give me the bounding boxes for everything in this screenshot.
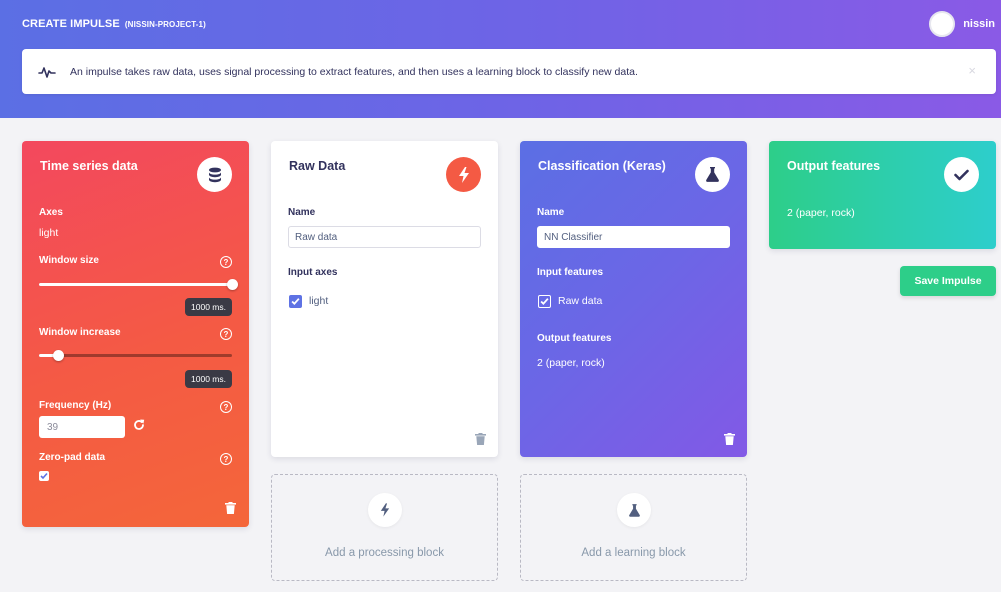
pulse-icon <box>38 66 56 78</box>
zero-pad-label: Zero-pad data <box>39 452 106 463</box>
window-increase-badge: 1000 ms. <box>185 370 232 388</box>
frequency-label: Frequency (Hz) <box>39 400 112 411</box>
output-title: Output features <box>787 159 881 173</box>
trash-icon[interactable] <box>724 433 735 445</box>
classification-name-label: Name <box>537 207 565 218</box>
window-size-fill <box>39 283 232 286</box>
help-icon[interactable]: ? <box>220 453 232 465</box>
add-processing-label: Add a processing block <box>325 547 444 559</box>
checkbox-icon <box>291 298 300 306</box>
axis-item-label: light <box>309 295 329 307</box>
help-icon[interactable]: ? <box>220 401 232 413</box>
checkbox-icon <box>540 298 549 306</box>
window-size-thumb[interactable] <box>227 279 238 290</box>
window-increase-slider[interactable] <box>39 350 232 361</box>
add-learning-block[interactable]: Add a learning block <box>520 474 747 581</box>
refresh-icon[interactable] <box>132 418 146 432</box>
flask-icon <box>617 493 651 527</box>
avatar[interactable] <box>929 11 956 37</box>
classification-card: Classification (Keras) Name Input featur… <box>520 141 747 457</box>
window-size-label: Window size <box>39 255 99 266</box>
username[interactable]: nissin <box>963 18 995 30</box>
classification-name-input[interactable] <box>537 226 730 248</box>
time-series-title: Time series data <box>40 159 138 173</box>
feature-item-label: Raw data <box>558 295 603 307</box>
add-processing-block[interactable]: Add a processing block <box>271 474 498 581</box>
check-icon <box>944 157 979 192</box>
input-features-label: Input features <box>537 267 604 278</box>
feature-checkbox[interactable] <box>538 295 551 308</box>
frequency-input[interactable] <box>39 416 125 438</box>
output-features-card: Output features 2 (paper, rock) <box>769 141 996 249</box>
info-text: An impulse takes raw data, uses signal p… <box>70 65 638 78</box>
info-banner: An impulse takes raw data, uses signal p… <box>22 49 996 94</box>
raw-data-card: Raw Data Name Input axes light <box>271 141 498 457</box>
classification-output-label: Output features <box>537 333 612 344</box>
database-icon <box>197 157 232 192</box>
window-increase-thumb[interactable] <box>53 350 65 361</box>
window-size-badge: 1000 ms. <box>185 298 232 316</box>
help-icon[interactable]: ? <box>220 256 232 268</box>
axis-checkbox[interactable] <box>289 295 302 308</box>
time-series-card: Time series data Axes light Window size … <box>22 141 249 527</box>
axes-value: light <box>39 227 59 239</box>
window-size-slider[interactable] <box>39 279 238 290</box>
flask-icon <box>695 157 730 192</box>
page-title: CREATE IMPULSE (NISSIN-PROJECT-1) <box>22 18 206 30</box>
input-axes-label: Input axes <box>288 267 338 278</box>
zero-pad-checkbox[interactable] <box>39 471 49 481</box>
raw-name-input[interactable] <box>288 226 481 248</box>
project-name: (NISSIN-PROJECT-1) <box>124 20 206 29</box>
trash-icon[interactable] <box>475 433 486 445</box>
checkbox-icon <box>40 472 48 480</box>
classification-title: Classification (Keras) <box>538 159 666 173</box>
window-increase-label: Window increase <box>39 327 121 338</box>
add-learning-label: Add a learning block <box>581 547 686 559</box>
raw-name-label: Name <box>288 207 316 218</box>
trash-icon[interactable] <box>225 502 236 514</box>
bolt-icon <box>446 157 481 192</box>
axes-label: Axes <box>39 207 63 218</box>
bolt-icon <box>368 493 402 527</box>
user-menu[interactable]: nissin <box>929 11 995 37</box>
help-icon[interactable]: ? <box>220 328 232 340</box>
raw-data-title: Raw Data <box>289 159 346 173</box>
output-value: 2 (paper, rock) <box>787 207 855 219</box>
page-title-text: CREATE IMPULSE <box>22 18 120 30</box>
classification-output-value: 2 (paper, rock) <box>537 357 605 369</box>
close-icon[interactable]: × <box>968 63 976 78</box>
save-impulse-button[interactable]: Save Impulse <box>900 266 996 296</box>
